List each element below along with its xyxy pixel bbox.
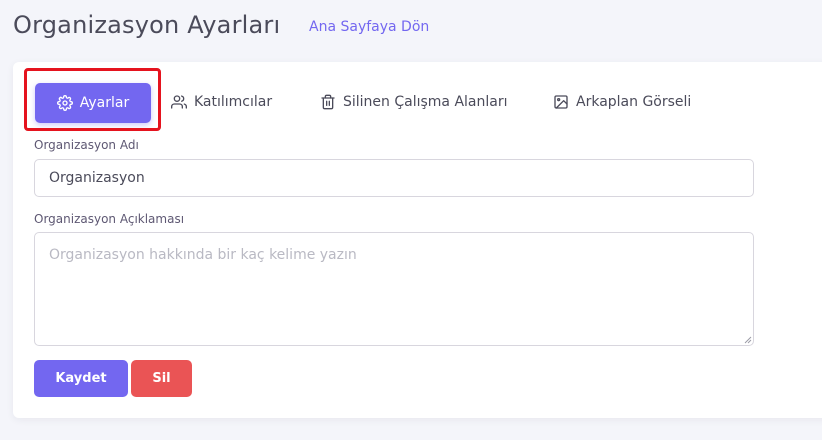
tab-deleted-workspaces-label: Silinen Çalışma Alanları xyxy=(343,94,508,110)
tab-deleted-workspaces[interactable]: Silinen Çalışma Alanları xyxy=(320,94,508,110)
organization-name-input[interactable]: Organizasyon xyxy=(34,159,754,197)
back-to-home-link[interactable]: Ana Sayfaya Dön xyxy=(309,19,429,35)
tab-settings[interactable]: Ayarlar xyxy=(35,83,151,123)
image-icon xyxy=(554,95,568,109)
gear-icon xyxy=(56,95,73,111)
tab-settings-label: Ayarlar xyxy=(79,95,130,111)
page-title: Organizasyon Ayarları xyxy=(13,11,281,39)
delete-button[interactable]: Sil xyxy=(131,360,192,397)
organization-description-label: Organizasyon Açıklaması xyxy=(34,212,185,226)
trash-icon xyxy=(321,94,335,110)
tab-participants-label: Katılımcılar xyxy=(194,94,273,110)
organization-name-label: Organizasyon Adı xyxy=(34,138,139,152)
settings-card: Ayarlar Katılımcılar Silinen Çalışma Ala… xyxy=(13,62,822,418)
tab-background-image[interactable]: Arkaplan Görseli xyxy=(553,94,691,110)
users-icon xyxy=(171,95,187,109)
save-button[interactable]: Kaydet xyxy=(34,360,128,397)
organization-description-textarea[interactable]: Organizasyon hakkında bir kaç kelime yaz… xyxy=(34,232,754,346)
tab-background-image-label: Arkaplan Görseli xyxy=(576,94,692,110)
resize-grip-icon[interactable] xyxy=(744,336,752,344)
tab-participants[interactable]: Katılımcılar xyxy=(171,94,272,110)
